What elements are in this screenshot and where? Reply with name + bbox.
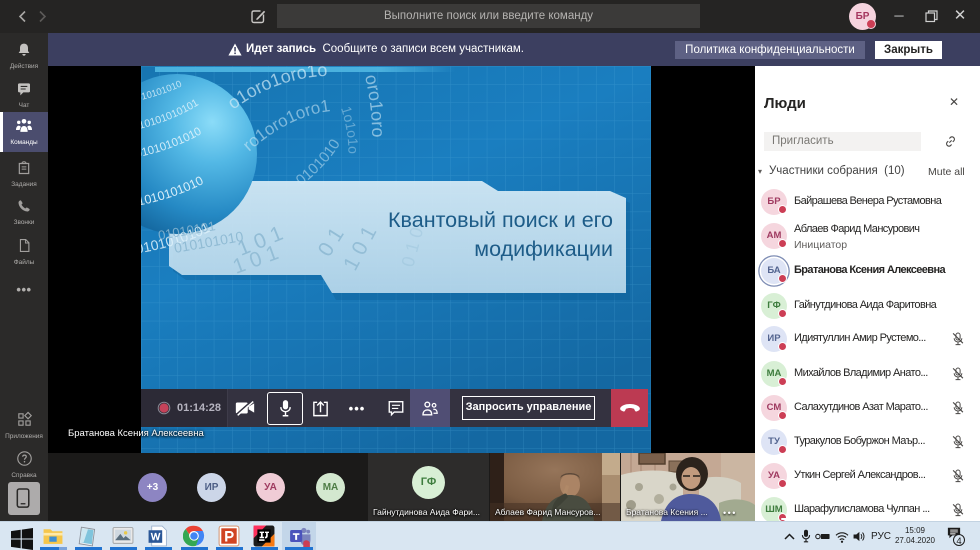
svg-text:Квантовый поиск и его: Квантовый поиск и его	[388, 208, 613, 232]
svg-text:модификации: модификации	[474, 237, 613, 261]
